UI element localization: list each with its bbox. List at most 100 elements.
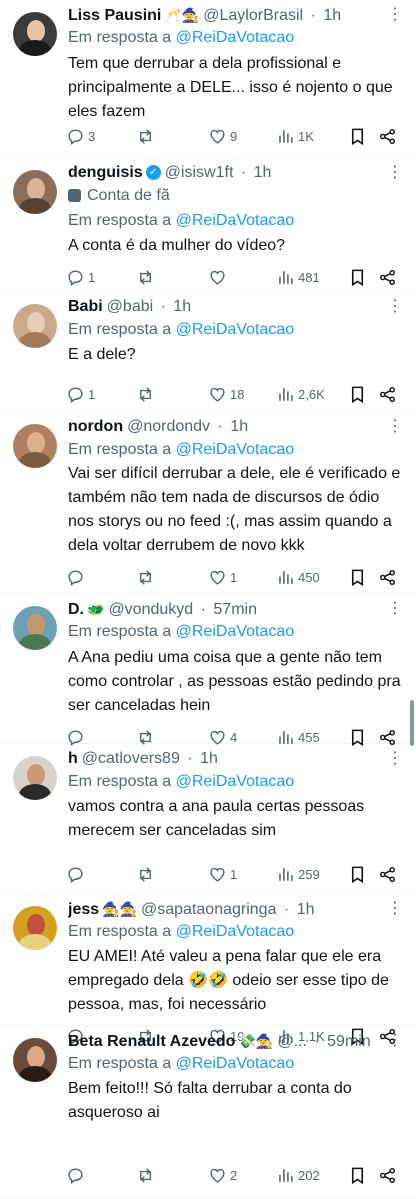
retweet-icon — [136, 385, 155, 404]
display-name[interactable]: h — [68, 750, 78, 767]
user-handle[interactable]: @LaylorBrasil — [203, 7, 303, 24]
more-options-icon[interactable]: ⋮ — [387, 4, 404, 24]
tweet[interactable]: denguisis ✓ @isisw1ft · 1h ⋮ Conta de fã Em… — [0, 158, 416, 292]
like-button[interactable]: 1 — [208, 862, 237, 886]
bookmark-button[interactable] — [348, 382, 367, 406]
user-handle[interactable]: @catlovers89 — [82, 750, 180, 767]
retweet-button[interactable] — [136, 265, 158, 289]
avatar[interactable] — [13, 756, 57, 800]
reply-button[interactable] — [66, 862, 88, 886]
share-button[interactable] — [378, 124, 397, 148]
reply-button[interactable]: 1 — [66, 265, 95, 289]
more-options-icon[interactable]: ⋮ — [387, 296, 404, 316]
user-handle[interactable]: @sapataonagringa — [141, 901, 276, 918]
timestamp[interactable]: 1h — [254, 164, 272, 181]
avatar[interactable] — [13, 304, 57, 348]
user-handle[interactable]: @isisw1ft — [165, 164, 234, 181]
share-button[interactable] — [378, 565, 397, 589]
timestamp[interactable]: 1h — [200, 750, 218, 767]
views-button[interactable]: 481 — [276, 265, 320, 289]
mention-link[interactable]: @ReiDaVotacao — [176, 1055, 295, 1072]
retweet-button[interactable] — [136, 565, 158, 589]
timestamp[interactable]: 59min — [327, 1033, 371, 1050]
retweet-button[interactable] — [136, 1163, 158, 1187]
share-button[interactable] — [378, 265, 397, 289]
more-options-icon[interactable]: ⋮ — [387, 598, 404, 618]
bookmark-button[interactable] — [348, 862, 367, 886]
mention-link[interactable]: @ReiDaVotacao — [176, 29, 295, 46]
share-button[interactable] — [378, 382, 397, 406]
avatar[interactable] — [13, 1038, 57, 1082]
views-button[interactable]: 1K — [276, 124, 314, 148]
bookmark-button[interactable] — [348, 265, 367, 289]
more-options-icon[interactable]: ⋮ — [387, 416, 404, 436]
like-button[interactable]: 1 — [208, 565, 237, 589]
more-options-icon[interactable]: ⋮ — [387, 748, 404, 768]
timestamp[interactable]: 1h — [230, 418, 248, 435]
display-name[interactable]: nordon — [68, 418, 123, 435]
mention-link[interactable]: @ReiDaVotacao — [176, 212, 295, 229]
more-options-icon[interactable]: ⋮ — [387, 898, 404, 918]
like-button[interactable] — [208, 265, 230, 289]
retweet-button[interactable] — [136, 124, 158, 148]
tweet-actions: 1 450 — [66, 565, 402, 589]
tweet[interactable]: h @catlovers89 · 1h ⋮ Em resposta a @ReiD… — [0, 744, 416, 894]
retweet-button[interactable] — [136, 862, 158, 886]
mention-link[interactable]: @ReiDaVotacao — [176, 441, 295, 458]
retweet-button[interactable] — [136, 382, 158, 406]
user-handle[interactable]: @babi — [107, 298, 154, 315]
like-button[interactable]: 18 — [208, 382, 244, 406]
like-count: 2 — [230, 1167, 238, 1183]
avatar[interactable] — [13, 12, 57, 56]
scrollbar[interactable] — [410, 700, 414, 746]
tweet[interactable]: jess 🧙🧙 @sapataonagringa · 1h ⋮ Em respost… — [0, 894, 416, 1045]
display-name[interactable]: jess — [68, 901, 99, 918]
avatar[interactable] — [13, 424, 57, 468]
reply-button[interactable] — [66, 565, 88, 589]
mention-link[interactable]: @ReiDaVotacao — [176, 623, 295, 640]
more-options-icon[interactable]: ⋮ — [387, 1030, 404, 1050]
avatar[interactable] — [13, 906, 57, 950]
display-name[interactable]: Liss Pausini — [68, 7, 161, 24]
more-options-icon[interactable]: ⋮ — [387, 162, 404, 182]
share-button[interactable] — [378, 862, 397, 886]
timestamp[interactable]: 57min — [213, 601, 257, 618]
user-handle[interactable]: @... — [277, 1033, 307, 1050]
share-button[interactable] — [378, 1163, 397, 1187]
views-button[interactable]: 450 — [276, 565, 320, 589]
mention-link[interactable]: @ReiDaVotacao — [176, 321, 295, 338]
view-count: 202 — [298, 1167, 320, 1183]
like-button[interactable]: 9 — [208, 124, 237, 148]
timestamp[interactable]: 1h — [323, 7, 341, 24]
reply-context: Em resposta a @ReiDaVotacao — [68, 623, 295, 640]
user-handle[interactable]: @vondukyd — [108, 601, 193, 618]
timestamp[interactable]: 1h — [297, 901, 315, 918]
mention-link[interactable]: @ReiDaVotacao — [176, 773, 295, 790]
reply-button[interactable] — [66, 1163, 88, 1187]
bookmark-button[interactable] — [348, 124, 367, 148]
timestamp[interactable]: 1h — [173, 298, 191, 315]
display-name[interactable]: Beta Renault Azevedo — [68, 1033, 235, 1050]
bookmark-button[interactable] — [348, 1163, 367, 1187]
display-name[interactable]: D. — [68, 601, 84, 618]
mention-link[interactable]: @ReiDaVotacao — [176, 923, 295, 940]
bookmark-button[interactable] — [348, 565, 367, 589]
bookmark-icon — [348, 1166, 367, 1185]
tweet[interactable]: Beta Renault Azevedo 💸🧙 @... · 59min ⋮ Em … — [0, 1026, 416, 1199]
avatar[interactable] — [13, 170, 57, 214]
tweet[interactable]: D. 🐲 @vondukyd · 57min ⋮ Em resposta a @Re… — [0, 594, 416, 746]
tweet[interactable]: Babi @babi · 1h ⋮ Em resposta a @ReiDaVot… — [0, 292, 416, 412]
reply-icon — [66, 568, 85, 587]
tweet[interactable]: nordon @nordondv · 1h ⋮ Em resposta a @Re… — [0, 412, 416, 594]
reply-button[interactable]: 3 — [66, 124, 95, 148]
views-button[interactable]: 2,6K — [276, 382, 325, 406]
user-handle[interactable]: @nordondv — [127, 418, 210, 435]
avatar[interactable] — [13, 606, 57, 650]
display-name[interactable]: denguisis — [68, 164, 143, 181]
views-button[interactable]: 259 — [276, 862, 320, 886]
reply-button[interactable]: 1 — [66, 382, 95, 406]
tweet[interactable]: Liss Pausini 🥂🧙 @LaylorBrasil · 1h ⋮ Em re… — [0, 0, 416, 158]
views-button[interactable]: 202 — [276, 1163, 320, 1187]
like-button[interactable]: 2 — [208, 1163, 237, 1187]
display-name[interactable]: Babi — [68, 298, 103, 315]
